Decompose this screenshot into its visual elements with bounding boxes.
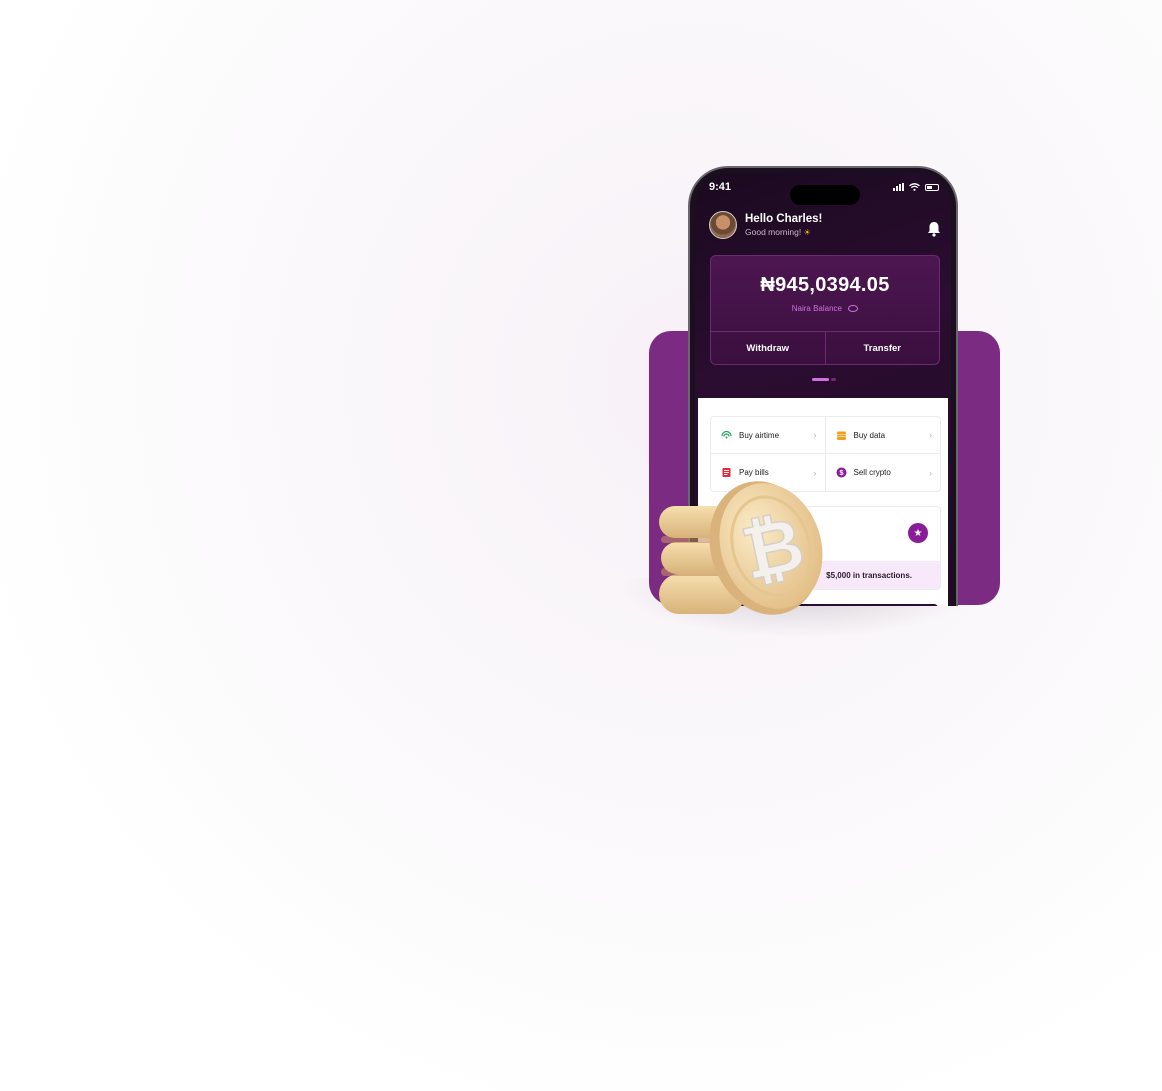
service-label: Buy airtime xyxy=(739,430,780,440)
carousel-indicator xyxy=(812,378,836,381)
notification-bell-icon[interactable] xyxy=(927,221,941,237)
battery-icon xyxy=(925,183,939,191)
service-label: Pay bills xyxy=(739,468,769,477)
status-icons xyxy=(893,183,939,191)
carousel-dot-active[interactable] xyxy=(812,378,829,381)
greeting-subtitle: Good morning! ☀ xyxy=(745,227,822,237)
greeting-block: Hello Charles! Good morning! ☀ xyxy=(709,211,822,239)
greeting-subtitle-text: Good morning! xyxy=(745,227,802,237)
cellular-signal-icon xyxy=(893,183,904,191)
avatar[interactable] xyxy=(709,211,737,239)
service-sell-crypto[interactable]: $ Sell crypto › xyxy=(826,454,941,491)
service-label: Sell crypto xyxy=(853,468,891,477)
balance-label-row: Naira Balance xyxy=(711,304,939,313)
bitcoin-coins-illustration: ₿ xyxy=(659,481,823,615)
balance-card: ₦945,0394.05 Naira Balance Withdraw Tran… xyxy=(710,255,940,365)
balance-amount: ₦945,0394.05 xyxy=(760,274,890,296)
service-buy-data[interactable]: Buy data › xyxy=(825,417,940,454)
transfer-button[interactable]: Transfer xyxy=(826,332,940,364)
wifi-icon xyxy=(909,183,920,191)
service-buy-airtime[interactable]: Buy airtime › xyxy=(711,417,826,454)
star-badge-icon: ★ xyxy=(908,523,928,543)
chevron-right-icon: › xyxy=(813,467,817,478)
dynamic-island xyxy=(790,185,860,205)
service-label: Buy data xyxy=(853,430,886,440)
chevron-right-icon: › xyxy=(929,467,932,478)
sun-icon: ☀ xyxy=(803,228,811,237)
greeting-title: Hello Charles! xyxy=(745,213,823,225)
promo-text: $5,000 in transactions. xyxy=(826,570,912,580)
signal-icon xyxy=(721,430,732,441)
chevron-right-icon: › xyxy=(813,430,817,440)
balance-label: Naira Balance xyxy=(791,304,842,313)
dollar-icon: $ xyxy=(836,467,847,478)
bill-icon xyxy=(721,467,732,478)
chevron-right-icon: › xyxy=(929,430,932,440)
carousel-dot[interactable] xyxy=(831,378,836,381)
eye-icon[interactable] xyxy=(848,305,859,313)
data-icon xyxy=(836,430,847,441)
balance-actions: Withdraw Transfer xyxy=(711,331,939,364)
status-time: 9:41 xyxy=(709,181,732,193)
withdraw-button[interactable]: Withdraw xyxy=(711,332,826,364)
